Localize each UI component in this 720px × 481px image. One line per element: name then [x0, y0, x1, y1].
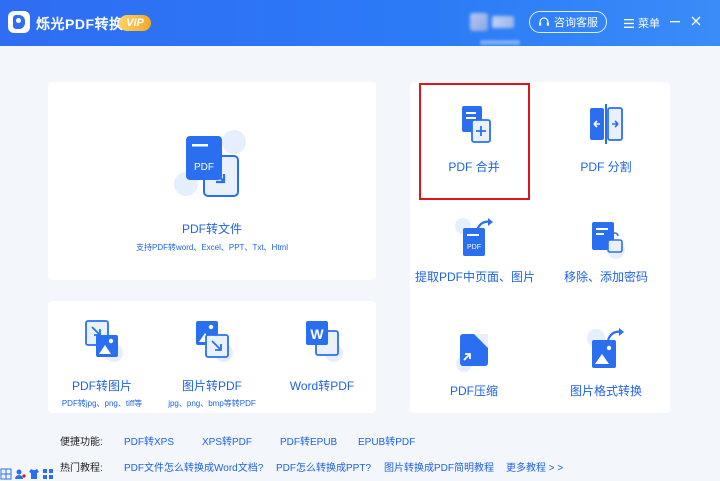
pdf-convert-icon: PDF	[174, 130, 246, 197]
extract-pages-label: 提取PDF中页面、图片	[414, 270, 535, 284]
shortcuts-label: 便捷功能:	[60, 437, 103, 448]
grid-icon[interactable]	[0, 468, 12, 480]
pdf-split-tool[interactable]: PDF 分割	[552, 104, 660, 175]
user-indicator	[480, 40, 520, 45]
shortcuts-row: 便捷功能: PDF转XPS XPS转PDF PDF转EPUB EPUB转PDF	[60, 433, 415, 448]
shortcut-link-pdf-xps[interactable]: PDF转XPS	[124, 433, 202, 448]
split-icon	[590, 104, 623, 144]
tutorials-row: 热门教程: PDF文件怎么转换成Word文档? PDF怎么转换成PPT? 图片转…	[60, 459, 563, 474]
pdf-to-file-card[interactable]: PDF PDF转文件 支持PDF转word、Excel、PPT、Txt、Html	[48, 82, 376, 280]
selection-highlight	[419, 83, 530, 200]
image-to-pdf-label: 图片转PDF	[181, 379, 242, 393]
svg-text:PDF: PDF	[467, 244, 481, 251]
image-convert-icon	[587, 328, 624, 368]
tutorial-link-image-pdf[interactable]: 图片转换成PDF简明教程	[384, 459, 506, 474]
tutorial-link-pdf-ppt[interactable]: PDF怎么转换成PPT?	[276, 459, 384, 474]
shortcut-link-xps-pdf[interactable]: XPS转PDF	[202, 433, 280, 448]
lock-icon	[592, 222, 625, 259]
password-tool[interactable]: 移除、添加密码	[552, 216, 660, 285]
image-tools-card: PDF转图片 PDF转jpg、png、tiff等 图片转PDF jpg、png、…	[48, 301, 376, 413]
headset-icon	[539, 17, 549, 26]
close-button[interactable]	[688, 13, 704, 29]
image-to-pdf-sub: jpg、png、bmp等转PDF	[168, 399, 256, 408]
svg-text:W: W	[310, 326, 324, 342]
shortcut-link-epub-pdf[interactable]: EPUB转PDF	[358, 433, 415, 448]
pdf-to-image-icon	[85, 320, 123, 362]
word-document-icon: W	[306, 321, 343, 362]
pdf-to-file-sub: 支持PDF转word、Excel、PPT、Txt、Html	[135, 243, 288, 252]
image-format-label: 图片格式转换	[569, 384, 642, 398]
pdf-compress-label: PDF压缩	[449, 384, 498, 398]
image-to-pdf-icon	[196, 321, 233, 362]
hamburger-icon	[624, 18, 634, 28]
password-label: 移除、添加密码	[563, 270, 648, 284]
menu-label: 菜单	[638, 18, 660, 30]
customer-service-label: 咨询客服	[554, 17, 598, 29]
pdf-to-image-label: PDF转图片	[71, 379, 132, 393]
customer-service-button[interactable]: 咨询客服	[529, 11, 607, 33]
pdf-to-file-label: PDF转文件	[181, 222, 242, 236]
minimize-icon	[670, 21, 680, 23]
compress-icon	[456, 334, 488, 372]
menu-button[interactable]: 菜单	[624, 15, 660, 31]
person-icon[interactable]	[14, 468, 26, 480]
title-bar: 烁光PDF转换器 VIP 咨询客服 菜单	[0, 0, 720, 46]
word-to-pdf-label: Word转PDF	[289, 379, 355, 393]
pdf-compress-tool[interactable]: PDF压缩	[420, 330, 528, 399]
shirt-icon[interactable]	[28, 468, 40, 480]
avatar[interactable]	[470, 13, 488, 31]
shortcut-link-pdf-epub[interactable]: PDF转EPUB	[280, 433, 358, 448]
app-logo	[8, 11, 30, 33]
image-format-tool[interactable]: 图片格式转换	[552, 326, 660, 399]
pdf-to-image-sub: PDF转jpg、png、tiff等	[61, 399, 143, 408]
vip-badge[interactable]: VIP	[119, 15, 151, 31]
word-to-pdf-tool[interactable]: W Word转PDF	[282, 317, 362, 394]
tutorial-link-pdf-word[interactable]: PDF文件怎么转换成Word文档?	[124, 459, 276, 474]
close-icon	[691, 16, 701, 26]
extract-pages-tool[interactable]: PDF 提取PDF中页面、图片	[410, 216, 540, 285]
tutorials-label: 热门教程:	[60, 463, 103, 474]
image-to-pdf-tool[interactable]: 图片转PDF jpg、png、bmp等转PDF	[168, 317, 256, 409]
extract-icon: PDF	[455, 218, 493, 256]
pdf-to-image-tool[interactable]: PDF转图片 PDF转jpg、png、tiff等	[62, 317, 142, 409]
apps-icon[interactable]	[42, 468, 54, 480]
user-account[interactable]	[470, 12, 520, 32]
svg-text:PDF: PDF	[194, 162, 214, 173]
tutorial-link-more[interactable]: 更多教程 > >	[506, 459, 563, 474]
user-name-blurred	[492, 16, 514, 28]
minimize-button[interactable]	[667, 13, 683, 29]
taskbar-icons	[0, 466, 54, 481]
pdf-to-file-tool[interactable]: PDF PDF转文件 支持PDF转word、Excel、PPT、Txt、Html	[48, 126, 376, 253]
pdf-split-label: PDF 分割	[580, 160, 632, 174]
